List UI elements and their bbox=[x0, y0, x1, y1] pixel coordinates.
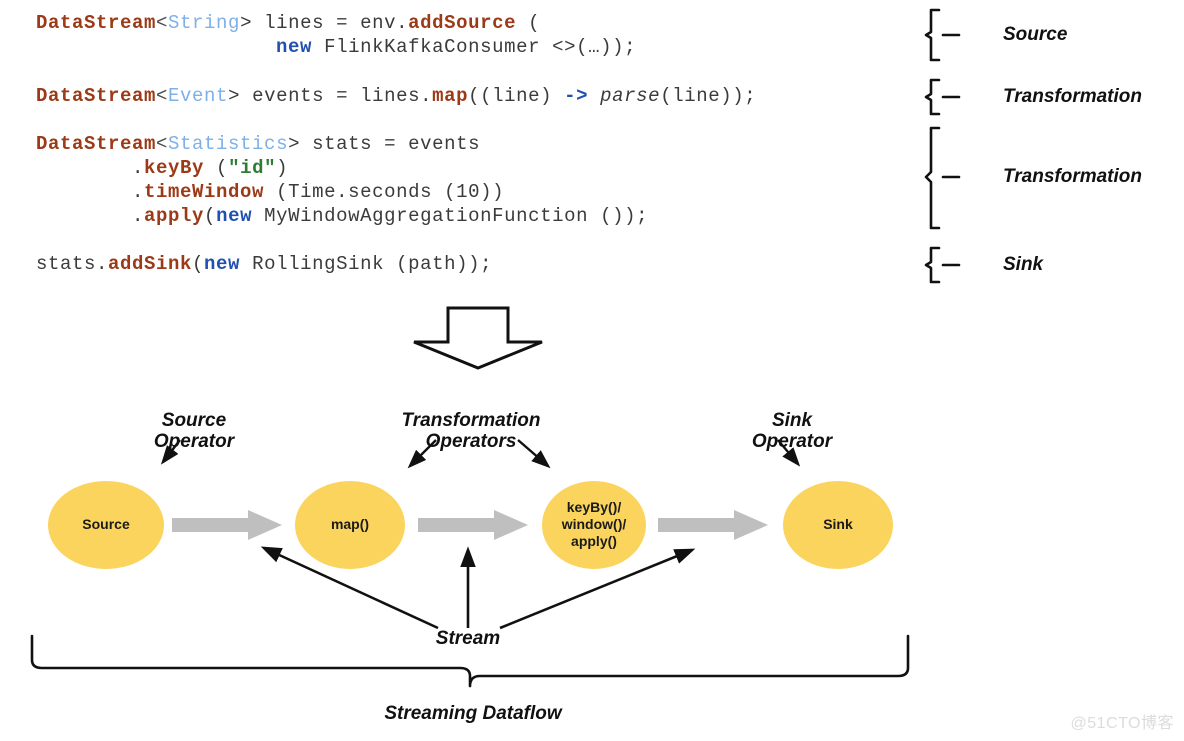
code-token: new bbox=[276, 36, 313, 58]
code-token: DataStream bbox=[36, 85, 157, 107]
code-line-7: .apply(new MyWindowAggregationFunction (… bbox=[36, 205, 648, 227]
brace-group bbox=[924, 8, 961, 284]
code-token: timeWindow bbox=[144, 181, 265, 203]
down-arrow-icon bbox=[413, 306, 543, 370]
brace-label-transformation-1: Transformation bbox=[1003, 86, 1143, 107]
code-token: ( bbox=[516, 12, 541, 34]
code-line-1: DataStream<String> lines = env.addSource… bbox=[36, 12, 540, 34]
code-token: "id" bbox=[228, 157, 277, 179]
code-token: < bbox=[156, 12, 169, 34]
code-token: ( bbox=[204, 205, 217, 227]
code-token: keyBy bbox=[144, 157, 205, 179]
code-line-4: DataStream<Statistics> stats = events bbox=[36, 133, 480, 155]
operator-label-source: Source Operator bbox=[153, 410, 235, 452]
code-token: (line)); bbox=[660, 85, 757, 107]
code-token: . bbox=[36, 205, 145, 227]
stream-arrows bbox=[172, 510, 768, 540]
code-line-3: DataStream<Event> events = lines.map((li… bbox=[36, 85, 756, 107]
code-token: Event bbox=[168, 85, 229, 107]
node-source bbox=[48, 481, 164, 569]
code-token: FlinkKafkaConsumer <>(…)); bbox=[312, 36, 637, 58]
stream-arrow-2 bbox=[418, 510, 528, 540]
code-line-8: stats.addSink(new RollingSink (path)); bbox=[36, 253, 492, 275]
operator-label-sink: Sink Operator bbox=[751, 410, 833, 452]
brace-sink bbox=[924, 246, 941, 284]
code-token: parse bbox=[600, 85, 661, 107]
code-block: DataStream<String> lines = env.addSource… bbox=[0, 0, 940, 290]
code-token: > stats = events bbox=[288, 133, 481, 155]
code-token: DataStream bbox=[36, 12, 157, 34]
code-token: ( bbox=[204, 157, 229, 179]
operator-label-transformations: Transformation Operators bbox=[401, 410, 541, 452]
code-token: ( bbox=[192, 253, 205, 275]
site-watermark: @51CTO博客 bbox=[1070, 715, 1174, 732]
node-map bbox=[295, 481, 405, 569]
brace-label-transformation-2: Transformation bbox=[1003, 166, 1143, 187]
code-token: map bbox=[432, 85, 469, 107]
code-token: ((line) bbox=[468, 85, 565, 107]
brace-label-sink: Sink bbox=[1003, 254, 1044, 275]
code-token: < bbox=[156, 133, 169, 155]
brace-label-source: Source bbox=[1003, 24, 1068, 45]
code-token: apply bbox=[144, 205, 205, 227]
code-token: < bbox=[156, 85, 169, 107]
flink-dataflow-figure: DataStream<String> lines = env.addSource… bbox=[0, 0, 1184, 741]
code-token: > events = lines. bbox=[228, 85, 433, 107]
stream-arrow-3 bbox=[658, 510, 768, 540]
code-line-6: .timeWindow (Time.seconds (10)) bbox=[36, 181, 504, 203]
code-line-5: .keyBy ("id") bbox=[36, 157, 288, 179]
code-token: new bbox=[204, 253, 241, 275]
code-token: Statistics bbox=[168, 133, 289, 155]
stream-label: Stream bbox=[435, 628, 501, 649]
stream-arrow-1 bbox=[172, 510, 282, 540]
code-token: (Time.seconds (10)) bbox=[264, 181, 505, 203]
code-token: stats. bbox=[36, 253, 109, 275]
code-token: > lines = env. bbox=[240, 12, 409, 34]
code-token: RollingSink (path)); bbox=[240, 253, 493, 275]
node-keyby bbox=[542, 481, 646, 569]
code-token: addSink bbox=[108, 253, 193, 275]
code-token: addSource bbox=[408, 12, 517, 34]
code-token: MyWindowAggregationFunction ()); bbox=[252, 205, 649, 227]
code-token: -> bbox=[564, 85, 589, 107]
node-sink bbox=[783, 481, 893, 569]
streaming-dataflow-label: Streaming Dataflow bbox=[384, 703, 562, 724]
brace-transformation-1 bbox=[924, 78, 941, 116]
code-token: new bbox=[216, 205, 253, 227]
brace-transformation-2 bbox=[924, 126, 941, 230]
code-token: DataStream bbox=[36, 133, 157, 155]
code-token: . bbox=[36, 157, 145, 179]
code-token: String bbox=[168, 12, 241, 34]
code-line-2: new FlinkKafkaConsumer <>(…)); bbox=[36, 36, 636, 58]
code-token: . bbox=[36, 181, 145, 203]
brace-source bbox=[924, 8, 941, 62]
code-token: ) bbox=[276, 157, 289, 179]
